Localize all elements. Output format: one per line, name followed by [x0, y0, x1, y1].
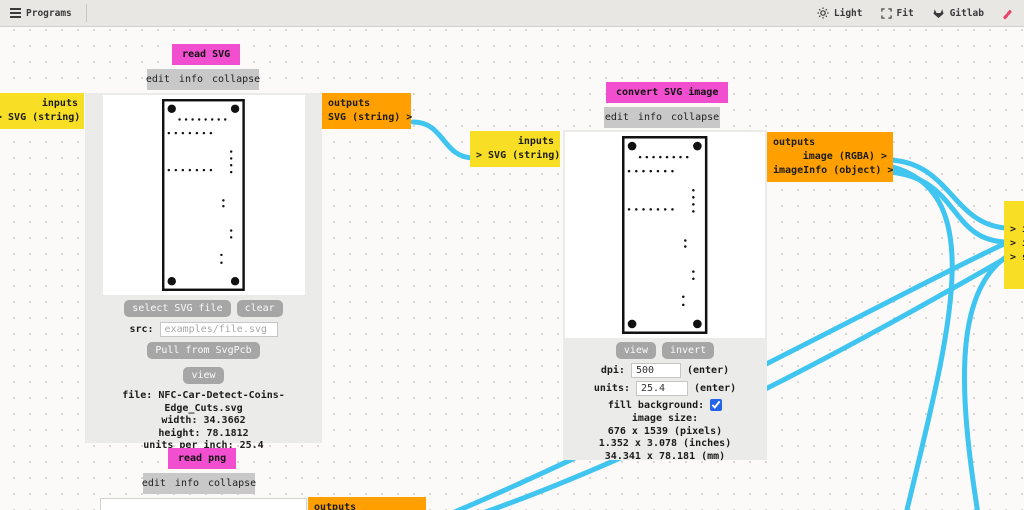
- dpi-enter-hint: (enter): [686, 365, 730, 376]
- pcb-board-drawing: [622, 136, 708, 334]
- gitlab-icon: [933, 9, 944, 18]
- pull-from-svgpcb-button[interactable]: Pull from SvgPcb: [147, 342, 260, 359]
- node-read-png: [100, 498, 307, 510]
- node-read-svg-title[interactable]: read SVG: [172, 44, 241, 65]
- size-mm: 34.341 x 78.181 (mm): [604, 450, 726, 462]
- edit-action[interactable]: edit: [146, 74, 170, 85]
- toolbar-divider: [85, 4, 87, 22]
- node-convert-inputs: inputs > SVG (string): [470, 131, 560, 167]
- dpi-label: dpi:: [600, 365, 625, 376]
- fit-view-button[interactable]: Fit: [880, 7, 914, 19]
- image-size-heading: image size:: [631, 413, 699, 424]
- theme-toggle-button[interactable]: Light: [817, 7, 863, 19]
- node-read-svg: select SVG file clear src: Pull from Svg…: [85, 93, 322, 451]
- view-button[interactable]: view: [183, 367, 224, 384]
- connection-status-icon[interactable]: [1002, 7, 1014, 20]
- outputs-label: outputs: [773, 137, 816, 148]
- output-port-image[interactable]: image (RGBA) >: [773, 150, 887, 164]
- units-input[interactable]: [635, 381, 688, 396]
- node-right-inputs: > i > i > s: [1004, 201, 1024, 289]
- edit-action[interactable]: edit: [142, 478, 166, 489]
- pcb-board-drawing: [162, 99, 245, 291]
- file-info: file: NFC-Car-Detect-Coins-Edge_Cuts.svg: [122, 390, 285, 414]
- gitlab-label: Gitlab: [949, 7, 984, 19]
- fit-icon: [880, 7, 892, 19]
- output-port-imageinfo[interactable]: imageInfo (object) >: [773, 164, 893, 178]
- input-port[interactable]: > i: [1010, 237, 1024, 251]
- gitlab-link-button[interactable]: Gitlab: [932, 7, 984, 19]
- sun-icon: [817, 7, 829, 19]
- units-enter-hint: (enter): [693, 383, 737, 394]
- input-port[interactable]: > s: [1010, 251, 1024, 265]
- info-action[interactable]: info: [638, 112, 662, 123]
- programs-label: Programs: [26, 7, 72, 19]
- node-read-png-outputs: outputs: [308, 497, 426, 510]
- inputs-label: inputs: [41, 98, 78, 109]
- units-label: units:: [593, 383, 630, 394]
- node-convert-title[interactable]: convert SVG image: [606, 82, 729, 103]
- src-label: src:: [129, 324, 154, 335]
- node-read-svg-outputs: outputs SVG (string) >: [322, 93, 412, 129]
- output-port-svg-string[interactable]: SVG (string) >: [328, 111, 412, 125]
- top-toolbar: Programs Light Fit Gitlab: [0, 0, 1024, 27]
- dpi-input[interactable]: [630, 363, 681, 378]
- input-port[interactable]: > i: [1010, 223, 1024, 237]
- clear-button[interactable]: clear: [236, 300, 283, 317]
- node-read-png-title[interactable]: read png: [168, 448, 237, 469]
- info-action[interactable]: info: [179, 74, 203, 85]
- outputs-label: outputs: [328, 98, 371, 109]
- view-button[interactable]: view: [615, 342, 656, 359]
- node-editor-app: Programs Light Fit Gitlab read SVG edit …: [0, 0, 1024, 510]
- width-info: width: 34.3662: [161, 415, 246, 426]
- node-convert-svg-image: view invert dpi: (enter) units: (enter) …: [563, 130, 767, 462]
- programs-menu-button[interactable]: Programs: [10, 8, 72, 19]
- node-convert-actions: edit info collapse: [604, 107, 720, 128]
- svg-preview: [102, 95, 305, 295]
- input-port-svg-string[interactable]: > SVG (string): [476, 149, 560, 163]
- fit-label: Fit: [896, 7, 914, 19]
- height-info: height: 78.1812: [158, 427, 249, 439]
- outputs-label: outputs: [314, 502, 357, 510]
- node-read-png-actions: edit info collapse: [142, 473, 256, 494]
- size-inches: 1.352 x 3.078 (inches): [598, 438, 732, 449]
- image-preview: [565, 132, 765, 338]
- input-port-svg-string[interactable]: > SVG (string): [0, 111, 80, 125]
- hamburger-icon: [10, 8, 21, 18]
- collapse-action[interactable]: collapse: [208, 478, 256, 489]
- collapse-action[interactable]: collapse: [212, 74, 260, 85]
- src-input[interactable]: [159, 322, 278, 337]
- theme-label: Light: [833, 7, 863, 19]
- inputs-label: inputs: [517, 136, 554, 147]
- fill-background-label: fill background:: [607, 399, 705, 411]
- info-action[interactable]: info: [175, 478, 199, 489]
- edit-action[interactable]: edit: [605, 112, 629, 123]
- node-read-svg-actions: edit info collapse: [146, 69, 260, 90]
- collapse-action[interactable]: collapse: [671, 112, 719, 123]
- node-convert-outputs: outputs image (RGBA) > imageInfo (object…: [767, 132, 893, 182]
- select-svg-file-button[interactable]: select SVG file: [124, 300, 231, 317]
- invert-button[interactable]: invert: [661, 342, 715, 359]
- size-pixels: 676 x 1539 (pixels): [607, 425, 723, 437]
- node-read-svg-inputs: inputs > SVG (string): [0, 93, 84, 129]
- fill-background-checkbox[interactable]: [710, 399, 723, 411]
